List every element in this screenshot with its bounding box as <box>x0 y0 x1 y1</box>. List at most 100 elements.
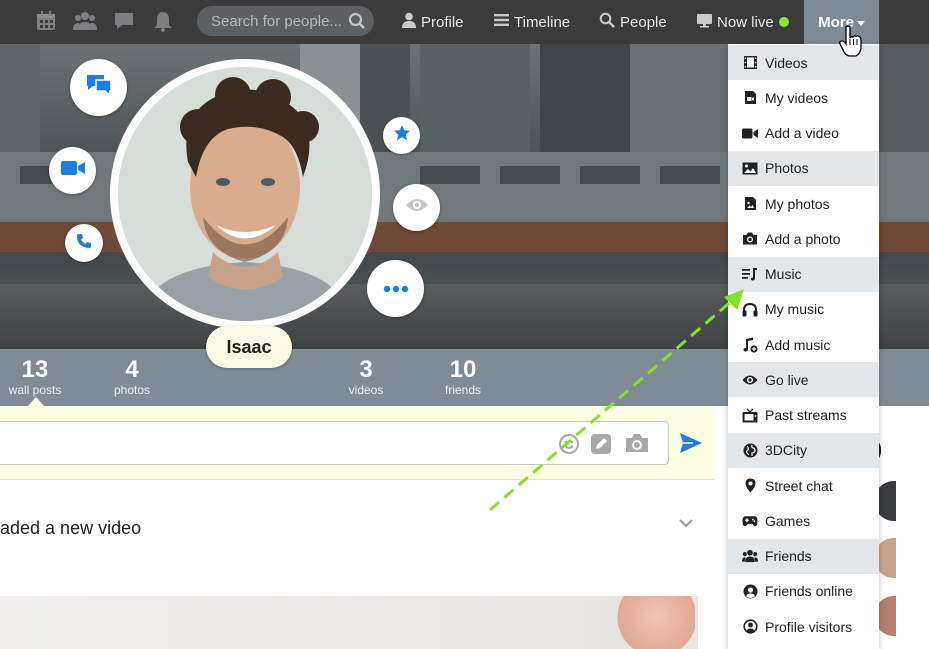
menu-item-go-live[interactable]: Go live <box>728 362 879 398</box>
user-icon <box>402 12 416 32</box>
search-box <box>197 6 374 36</box>
monitor-icon <box>697 13 712 32</box>
music-add-icon <box>742 337 758 353</box>
menu-item-label: Street chat <box>765 477 833 494</box>
map-pin-icon <box>742 478 758 494</box>
stat-number: 4 <box>125 356 139 383</box>
menu-item-label: Add music <box>765 336 831 353</box>
nav-now-live-link[interactable]: Now live <box>697 0 789 44</box>
search-input[interactable] <box>211 12 341 30</box>
menu-item-label: Photos <box>765 160 809 177</box>
video-call-button[interactable] <box>49 147 96 194</box>
stat-number: 10 <box>449 356 477 383</box>
stat-label: wall posts <box>8 383 62 397</box>
more-dropdown-menu: Videos My videos Add a video Photos My photo… <box>728 44 879 649</box>
users-icon <box>742 548 758 564</box>
menu-item-profile-visitors[interactable]: Profile visitors <box>728 609 879 644</box>
search-icon[interactable] <box>348 12 366 35</box>
menu-item-photos[interactable]: Photos <box>728 150 879 186</box>
profile-avatar[interactable] <box>118 67 372 321</box>
menu-item-label: Add a video <box>765 125 839 141</box>
chat-bubble-icon <box>84 72 114 103</box>
file-video-icon <box>742 90 758 106</box>
menu-item-friends[interactable]: Friends <box>728 538 879 574</box>
menu-item-label: Friends <box>765 548 812 564</box>
list-icon <box>494 13 509 31</box>
menu-item-add-music[interactable]: Add music <box>728 327 879 362</box>
calendar-icon[interactable] <box>34 9 58 33</box>
feed-video-thumbnail[interactable] <box>0 596 698 649</box>
live-status-dot <box>778 17 789 27</box>
menu-item-label: My photos <box>765 195 830 212</box>
post-composer <box>0 406 714 480</box>
bell-icon[interactable] <box>151 9 175 33</box>
hand-pointer-icon <box>838 25 864 62</box>
user-circle-outline-icon <box>742 619 758 635</box>
more-dots-icon <box>383 280 409 298</box>
menu-item-friends-online[interactable]: Friends online <box>728 574 879 609</box>
watch-button[interactable] <box>393 184 440 231</box>
headphones-icon <box>742 301 758 317</box>
chat-button[interactable] <box>70 59 127 116</box>
star-icon <box>393 124 411 147</box>
globe-icon <box>742 442 758 458</box>
music-list-icon <box>742 266 758 282</box>
more-options-button[interactable] <box>367 260 424 317</box>
nav-profile-link[interactable]: Profile <box>402 0 464 44</box>
search-icon <box>599 12 615 32</box>
profile-avatar-frame <box>110 59 380 329</box>
file-image-icon <box>742 196 758 212</box>
chat-icon[interactable] <box>112 9 136 33</box>
chevron-down-icon[interactable] <box>678 516 694 534</box>
stat-photos[interactable]: 4 photos <box>106 356 158 398</box>
video-camera-icon <box>60 160 85 181</box>
menu-item-past-streams[interactable]: Past streams <box>728 398 879 433</box>
menu-item-add-a-video[interactable]: Add a video <box>728 116 879 151</box>
active-tab-pointer <box>28 397 44 406</box>
stat-label: friends <box>444 383 482 397</box>
menu-item-my-videos[interactable]: My videos <box>728 80 879 115</box>
film-icon <box>742 55 758 71</box>
menu-item-label: Friends online <box>765 583 853 600</box>
menu-item-label: Add a photo <box>765 230 841 247</box>
menu-item-music[interactable]: Music <box>728 256 879 292</box>
stat-number: 13 <box>21 356 49 383</box>
gamepad-icon <box>742 513 758 529</box>
menu-item-street-chat[interactable]: Street chat <box>728 468 879 503</box>
nav-timeline-link[interactable]: Timeline <box>494 0 570 44</box>
pencil-icon[interactable] <box>590 433 612 460</box>
menu-item-3dcity[interactable]: 3DCity <box>728 432 879 468</box>
menu-item-label: Games <box>765 512 811 529</box>
profile-name: Isaac <box>206 326 292 368</box>
menu-item-label: Past streams <box>765 407 847 423</box>
menu-item-games[interactable]: Games <box>728 503 879 538</box>
phone-call-button[interactable] <box>65 224 103 262</box>
post-input[interactable] <box>0 421 669 465</box>
menu-item-label: Go live <box>765 371 809 388</box>
favorite-button[interactable] <box>383 117 420 154</box>
stat-number: 3 <box>359 356 373 383</box>
menu-item-my-music[interactable]: My music <box>728 292 879 327</box>
tv-icon <box>742 407 758 423</box>
menu-item-my-photos[interactable]: My photos <box>728 186 879 221</box>
camera-icon <box>742 231 758 247</box>
stat-friends[interactable]: 10 friends <box>437 356 489 398</box>
users-icon[interactable] <box>73 9 97 33</box>
menu-item-add-a-photo[interactable]: Add a photo <box>728 221 879 256</box>
stat-label: photos <box>113 383 151 397</box>
emoji-icon[interactable] <box>558 433 580 460</box>
menu-item-label: My videos <box>765 89 829 106</box>
nav-people-link[interactable]: People <box>599 0 667 44</box>
nav-now-live-label: Now live <box>717 13 774 31</box>
eye-icon <box>405 197 429 218</box>
camera-icon[interactable] <box>624 432 650 459</box>
image-icon <box>742 160 758 176</box>
stat-videos[interactable]: 3 videos <box>340 356 392 398</box>
eye-icon <box>742 372 758 388</box>
send-icon[interactable] <box>679 432 703 459</box>
menu-item-label: Profile visitors <box>765 618 853 635</box>
menu-item-label: My music <box>765 301 825 318</box>
stat-label: videos <box>348 383 384 397</box>
user-circle-icon <box>742 583 758 599</box>
stat-wall-posts[interactable]: 13 wall posts <box>4 356 66 398</box>
